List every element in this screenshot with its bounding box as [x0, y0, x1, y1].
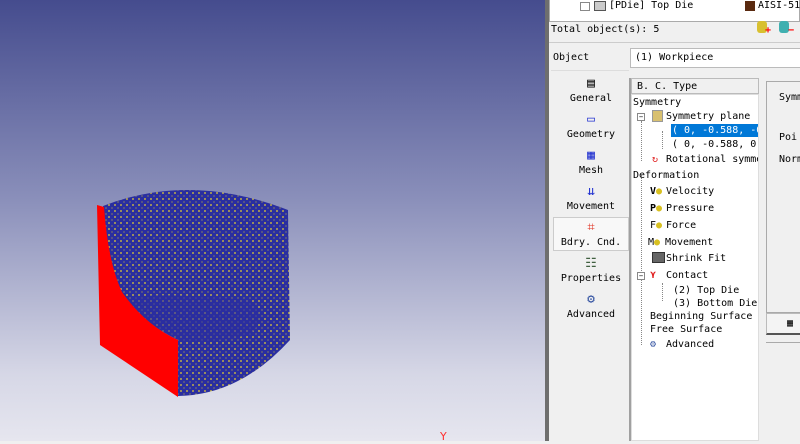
object-select-value: (1) Workpiece: [635, 52, 714, 63]
object-select[interactable]: (1) Workpiece: [630, 48, 800, 68]
pressure-icon: P●: [650, 203, 663, 214]
object-label: Object: [553, 52, 590, 63]
y-axis-label: Y: [439, 430, 447, 441]
tree-item-velocity[interactable]: Velocity: [666, 185, 714, 198]
detail-title: Symm: [779, 92, 800, 103]
detail-action-button[interactable]: ▦: [766, 313, 800, 335]
tree-item-shrink-fit[interactable]: Shrink Fit: [666, 252, 726, 265]
nav-boundary-condition[interactable]: ⌗ Bdry. Cnd.: [553, 217, 629, 251]
nav-mesh[interactable]: ▦ Mesh: [553, 148, 629, 177]
preprocessor-panel: [PDie] Top Die AISI-51 Total object(s): …: [549, 0, 800, 441]
tree-item-force[interactable]: Force: [666, 219, 696, 232]
tree-item-bottom-die-contact[interactable]: (3) Bottom Die: [673, 297, 757, 310]
delete-object-icon[interactable]: −: [779, 21, 794, 36]
tree-item-rotational-symmetry[interactable]: Rotational symme: [666, 153, 758, 166]
tree-item-plane-1[interactable]: ( 0, -0.588, -0.: [671, 124, 758, 137]
bc-type-tree[interactable]: Symmetry − Symmetry plane ( 0, -0.588, -…: [631, 94, 759, 441]
tree-item-beginning-surface[interactable]: Beginning Surface: [650, 310, 752, 323]
3d-viewport[interactable]: Y: [0, 0, 545, 443]
nav-movement[interactable]: ⇊ Movement: [553, 184, 629, 213]
object-tree[interactable]: [PDie] Top Die AISI-51: [549, 0, 800, 22]
movement-icon: ⇊: [587, 184, 595, 199]
tree-item-top-die[interactable]: [PDie] Top Die: [609, 0, 693, 12]
nav-general[interactable]: ▤ General: [553, 76, 629, 105]
boundary-condition-icon: ⌗: [587, 220, 595, 235]
collapse-icon[interactable]: −: [637, 113, 645, 121]
die-icon: [594, 1, 606, 11]
nav-advanced[interactable]: ⚙ Advanced: [553, 292, 629, 321]
tree-item-free-surface[interactable]: Free Surface: [650, 323, 722, 336]
properties-icon: ☷: [585, 256, 597, 271]
bc-type-header: B. C. Type: [631, 78, 759, 94]
material-icon: [745, 1, 755, 11]
shrink-fit-icon: [652, 252, 665, 263]
nav-geometry[interactable]: ▭ Geometry: [553, 112, 629, 141]
material-label: AISI-51: [758, 0, 800, 11]
detail-panel: Symm Poi Norm: [766, 81, 800, 313]
tree-item-movement[interactable]: Movement: [665, 236, 713, 249]
tree-item-contact[interactable]: Contact: [666, 269, 708, 282]
category-nav: ▤ General ▭ Geometry ▦ Mesh ⇊ Movement ⌗ Bdry…: [551, 70, 629, 441]
movement-icon: M●: [648, 237, 661, 248]
tree-item-pressure[interactable]: Pressure: [666, 202, 714, 215]
contact-icon: ⋎: [650, 270, 657, 281]
symmetry-plane-icon: [652, 110, 663, 122]
advanced-icon: ⚙: [587, 292, 595, 307]
tree-item-symmetry-plane[interactable]: Symmetry plane: [666, 110, 750, 123]
workpiece-model: Y: [97, 189, 447, 443]
total-objects: Total object(s): 5: [551, 24, 660, 35]
tree-item-top-die-contact[interactable]: (2) Top Die: [673, 284, 739, 297]
tree-group-symmetry[interactable]: Symmetry: [633, 96, 681, 109]
force-icon: F●: [650, 220, 663, 231]
mesh-icon: ▦: [587, 148, 595, 163]
tree-group-deformation[interactable]: Deformation: [633, 169, 699, 182]
velocity-icon: V●: [650, 186, 663, 197]
general-icon: ▤: [587, 76, 595, 91]
grid-icon: ▦: [787, 318, 794, 329]
normal-label: Norm: [779, 154, 800, 165]
tree-item-advanced[interactable]: Advanced: [666, 338, 714, 351]
tree-item-plane-2[interactable]: ( 0, -0.588, 0.8: [672, 138, 758, 151]
nav-properties[interactable]: ☷ Properties: [553, 256, 629, 285]
add-object-icon[interactable]: +: [757, 21, 771, 36]
rotational-symmetry-icon: ↻: [652, 154, 659, 165]
point-label: Poi: [779, 132, 798, 143]
advanced-icon: ⚙: [650, 339, 657, 350]
collapse-icon[interactable]: −: [637, 272, 645, 280]
geometry-icon: ▭: [587, 112, 595, 127]
collapse-icon[interactable]: [580, 2, 590, 11]
